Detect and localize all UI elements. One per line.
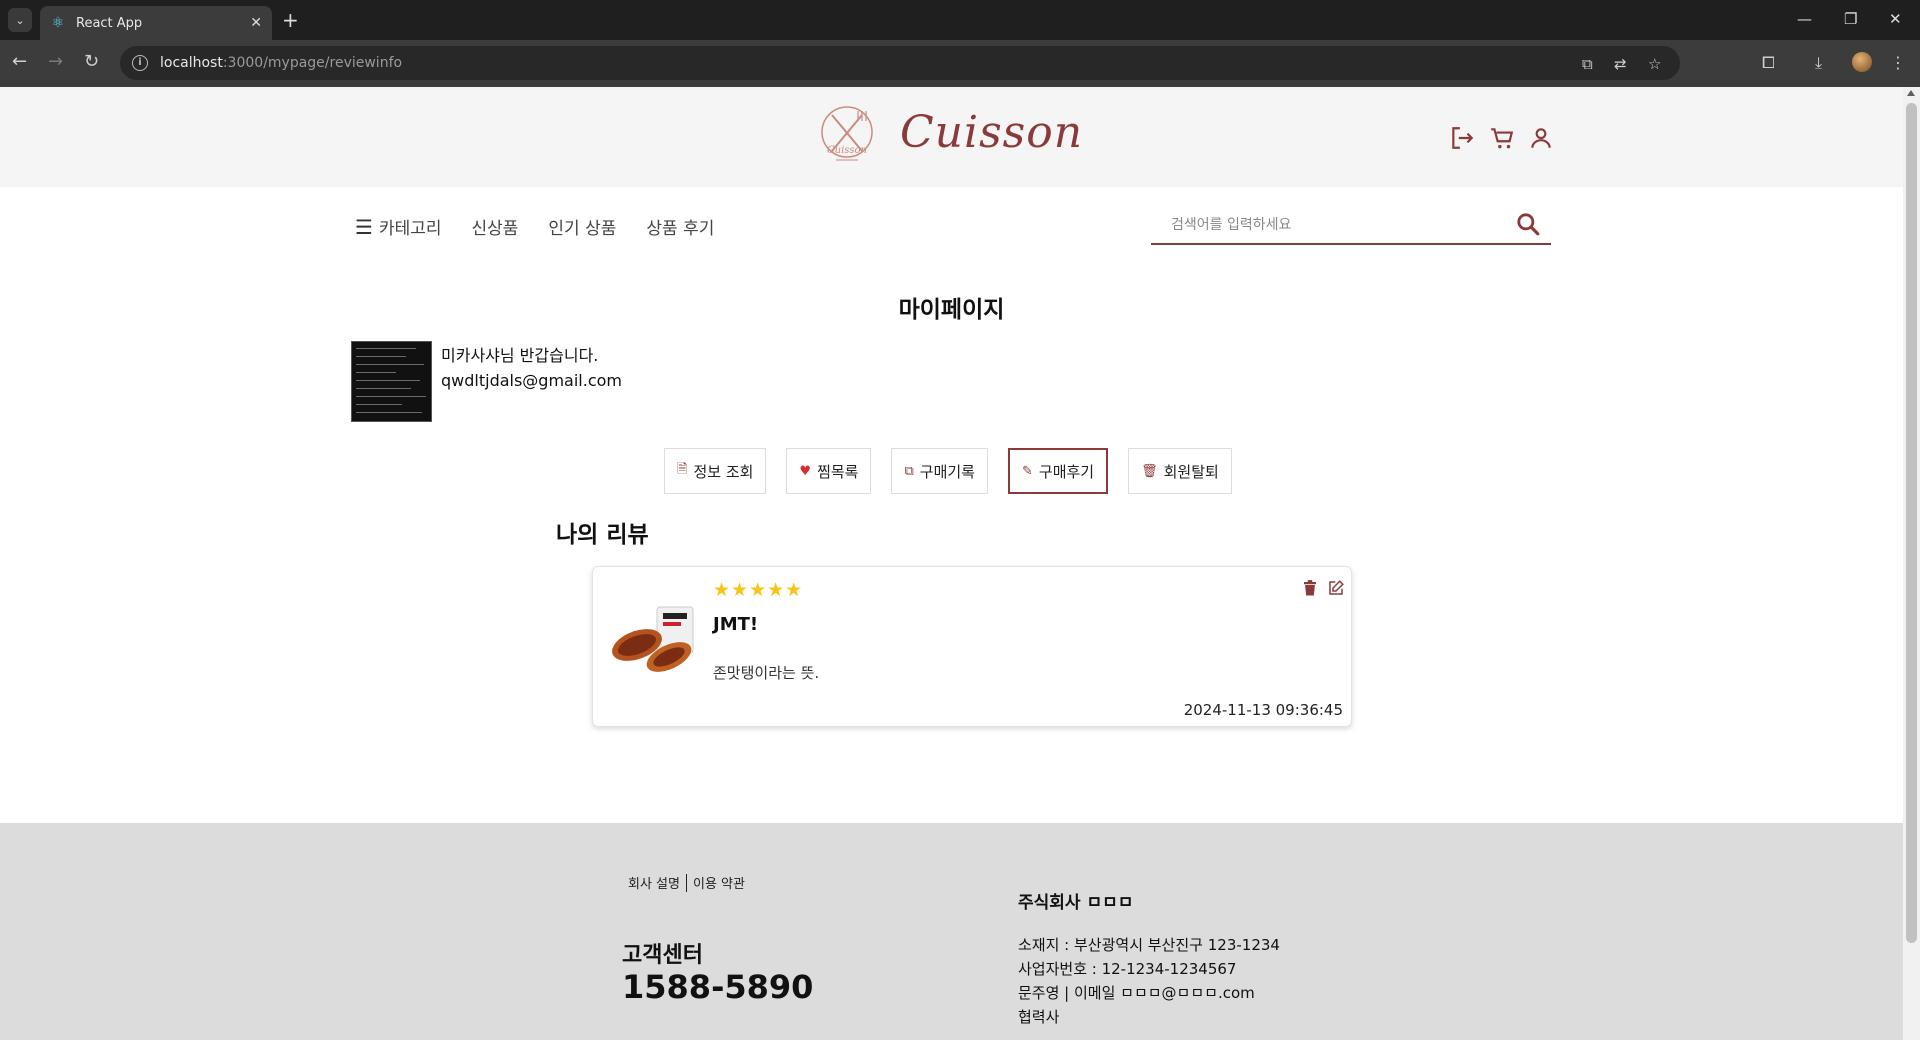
- user-icon[interactable]: [1528, 125, 1554, 151]
- company-address: 소재지 : 부산광역시 부산진구 123-1234: [1018, 936, 1280, 954]
- download-icon[interactable]: ⤓: [1815, 53, 1822, 73]
- company-biz-no: 사업자번호 : 12-1234-1234567: [1018, 960, 1237, 978]
- company-info: 소재지 : 부산광역시 부산진구 123-1234 사업자번호 : 12-123…: [1018, 933, 1280, 1029]
- star-icon[interactable]: ☆: [1648, 55, 1661, 73]
- scrollbar-thumb[interactable]: [1906, 103, 1917, 943]
- footer-link-about[interactable]: 회사 설명: [628, 873, 680, 892]
- edit-icon[interactable]: [1327, 579, 1345, 597]
- document-icon: 🗎: [677, 462, 688, 477]
- customer-center-phone: 1588-5890: [622, 968, 814, 1006]
- footer-links: 회사 설명 이용 약관: [628, 873, 745, 892]
- logo-text[interactable]: Cuisson: [900, 107, 1083, 158]
- divider: [685, 873, 687, 892]
- footer-link-terms[interactable]: 이용 약관: [693, 873, 745, 892]
- install-icon[interactable]: ⧉: [1582, 55, 1593, 73]
- reload-icon[interactable]: ↻: [84, 52, 99, 72]
- extensions-icon[interactable]: ⧠: [1762, 53, 1775, 73]
- company-name: 주식회사 ㅁㅁㅁ: [1018, 893, 1134, 913]
- company-partner: 협력사: [1018, 1008, 1060, 1026]
- copy-icon: ⧉: [904, 463, 914, 479]
- heart-icon: ♥: [799, 463, 812, 479]
- search-icon[interactable]: [1515, 211, 1541, 237]
- trash-icon: 🗑: [1141, 463, 1158, 479]
- trash-icon[interactable]: [1301, 579, 1319, 597]
- page-viewport: Cuisson Cuisson ☰ 카테고리 신상품 인기 상품 상품 후기 검…: [0, 87, 1903, 1040]
- forward-icon[interactable]: →: [48, 52, 63, 72]
- hamburger-icon: ☰: [355, 214, 373, 239]
- greeting-text: 미카사샤님 반갑습니다.: [441, 346, 599, 365]
- cart-icon[interactable]: [1489, 125, 1515, 151]
- restore-icon[interactable]: ❐: [1844, 10, 1857, 28]
- review-date: 2024-11-13 09:36:45: [1183, 701, 1343, 719]
- minimize-icon[interactable]: —: [1797, 10, 1812, 28]
- nav-new-products[interactable]: 신상품: [472, 214, 519, 239]
- site-info-icon[interactable]: i: [132, 55, 148, 71]
- browser-toolbar: ← → ↻ i localhost:3000/mypage/reviewinfo…: [0, 40, 1920, 87]
- site-footer: 회사 설명 이용 약관 고객센터 1588-5890 주식회사 ㅁㅁㅁ 소재지 …: [0, 823, 1903, 1040]
- react-icon: ⚛: [51, 15, 65, 31]
- tab-title: React App: [76, 15, 143, 31]
- company-contact: 문주영 | 이메일 ㅁㅁㅁ@ㅁㅁㅁ.com: [1018, 984, 1255, 1002]
- tab-purchase-reviews[interactable]: ✎ 구매후기: [1007, 448, 1109, 494]
- page-scrollbar[interactable]: [1903, 87, 1920, 1040]
- tab-withdraw[interactable]: 🗑 회원탈퇴: [1128, 448, 1232, 494]
- nav-popular-products[interactable]: 인기 상품: [548, 214, 616, 239]
- nav-product-reviews[interactable]: 상품 후기: [646, 214, 714, 239]
- close-tab-icon[interactable]: ✕: [250, 15, 262, 31]
- close-window-icon[interactable]: ✕: [1889, 10, 1902, 28]
- svg-text:Cuisson: Cuisson: [827, 145, 867, 156]
- tab-search-dropdown[interactable]: ⌄: [8, 8, 32, 32]
- search-input[interactable]: [1151, 211, 1501, 239]
- logo-emblem-icon[interactable]: Cuisson: [818, 103, 876, 165]
- mypage-tabs: 🗎 정보 조회 ♥ 찜목록 ⧉ 구매기록 ✎ 구매후기 🗑 회원탈퇴: [664, 448, 1232, 494]
- back-icon[interactable]: ←: [12, 52, 27, 72]
- tab-wishlist[interactable]: ♥ 찜목록: [786, 448, 872, 494]
- nav-category[interactable]: ☰ 카테고리: [355, 214, 442, 240]
- review-title: JMT!: [713, 614, 759, 635]
- scroll-up-arrow[interactable]: [1907, 90, 1915, 96]
- site-header: Cuisson Cuisson: [0, 87, 1903, 187]
- menu-icon[interactable]: ⋮: [1890, 53, 1906, 72]
- profile-avatar[interactable]: [1852, 52, 1872, 72]
- tab-info[interactable]: 🗎 정보 조회: [664, 448, 767, 494]
- rating-stars: ★★★★★: [713, 579, 804, 601]
- address-bar[interactable]: i localhost:3000/mypage/reviewinfo ☆ ⇄ ⧉: [120, 46, 1680, 80]
- section-title: 나의 리뷰: [556, 522, 649, 548]
- browser-tab[interactable]: ⚛ React App ✕: [40, 6, 272, 40]
- tab-purchase-history[interactable]: ⧉ 구매기록: [891, 448, 988, 494]
- customer-center-title: 고객센터: [622, 943, 703, 968]
- search-box: [1151, 205, 1551, 245]
- edit-icon: ✎: [1021, 463, 1033, 479]
- url-text: localhost:3000/mypage/reviewinfo: [160, 55, 403, 71]
- user-email: qwdltjdals@gmail.com: [441, 371, 622, 390]
- translate-icon[interactable]: ⇄: [1614, 55, 1627, 73]
- user-greeting: 미카사샤님 반갑습니다. qwdltjdals@gmail.com: [441, 343, 622, 393]
- review-card: ★★★★★ JMT! 존맛탱이라는 뜻. 2024-11-13 09:36:45: [592, 566, 1352, 727]
- review-body: 존맛탱이라는 뜻.: [713, 664, 820, 682]
- logout-icon[interactable]: [1449, 125, 1475, 151]
- avatar: [351, 341, 432, 422]
- new-tab-button[interactable]: +: [282, 8, 299, 32]
- page-title: 마이페이지: [898, 297, 1005, 323]
- browser-tabbar: ⌄ ⚛ React App ✕ + — ❐ ✕: [0, 0, 1920, 40]
- main-nav: ☰ 카테고리 신상품 인기 상품 상품 후기: [355, 214, 714, 240]
- product-image[interactable]: [607, 603, 701, 677]
